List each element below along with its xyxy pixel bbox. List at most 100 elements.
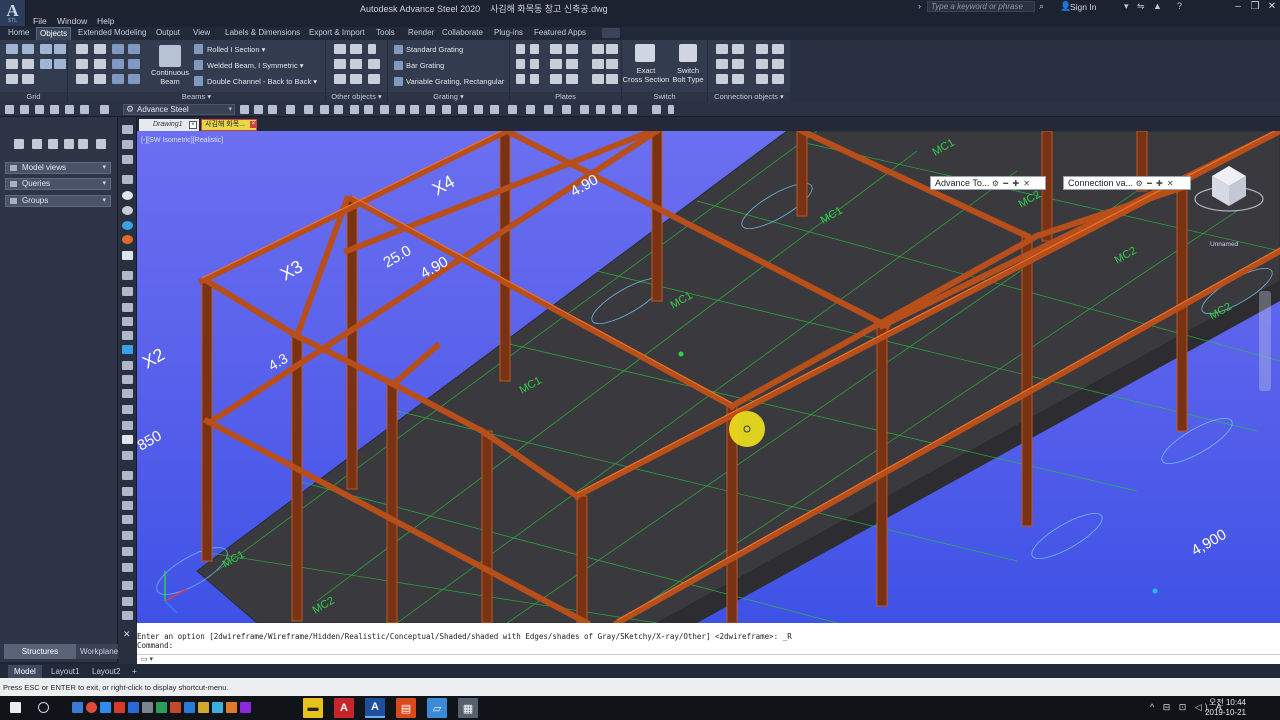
grid-toolbar-icon[interactable]: [508, 105, 517, 114]
compound-beam-icon[interactable]: [94, 74, 106, 84]
connection-rect-icon[interactable]: [716, 59, 728, 69]
chrome-icon[interactable]: [86, 702, 97, 713]
taskbar-app-1-icon[interactable]: [72, 702, 83, 713]
plate-triangle-icon[interactable]: [530, 59, 539, 69]
search-input[interactable]: Type a keyword or phrase: [927, 1, 1035, 12]
vtool-23-icon[interactable]: [122, 515, 133, 524]
tab-plug-ins[interactable]: Plug-ins: [491, 27, 526, 40]
connection-joint-icon[interactable]: [772, 44, 784, 54]
beam-split-icon[interactable]: [128, 59, 140, 69]
measure-icon[interactable]: [580, 105, 589, 114]
poly-beam-icon[interactable]: [94, 59, 106, 69]
workspace-select[interactable]: ⚙ Advance Steel ▾: [123, 104, 235, 115]
connection-points-icon[interactable]: [732, 44, 744, 54]
tab-layout2[interactable]: Layout2: [86, 665, 126, 678]
hole-icon[interactable]: [350, 74, 362, 84]
plate-warp-icon[interactable]: [530, 74, 539, 84]
pdf-icon[interactable]: ▤: [396, 698, 416, 718]
vtool-19-icon[interactable]: [122, 451, 133, 460]
palette-settings-icon[interactable]: [96, 139, 106, 149]
distribute-icon[interactable]: [544, 105, 553, 114]
autocad-taskbar-icon[interactable]: A: [334, 698, 354, 718]
connection-arc-icon[interactable]: [756, 44, 768, 54]
grid-line-icon[interactable]: [54, 44, 66, 54]
isolate-icon[interactable]: [426, 105, 435, 114]
beam-view-icon[interactable]: [304, 105, 313, 114]
house-icon[interactable]: [350, 44, 362, 54]
file-tab-current[interactable]: 사김해 화목...: [201, 119, 257, 131]
vtool-18-icon[interactable]: [122, 435, 133, 444]
osnap-icon[interactable]: [240, 105, 249, 114]
beam-icon[interactable]: [94, 44, 106, 54]
navigation-bar[interactable]: [1259, 291, 1271, 391]
tab-render[interactable]: Render: [405, 27, 437, 40]
close-icon[interactable]: ✕: [123, 629, 131, 640]
ribbon-group-other-objects-label[interactable]: Other objects ▾: [326, 92, 387, 102]
popup-controls-icon[interactable]: ⚙ ━ ✚ ✕: [992, 179, 1031, 188]
connection-stiffener-icon[interactable]: [772, 74, 784, 84]
tab-view[interactable]: View: [190, 27, 213, 40]
tab-labels-dimensions[interactable]: Labels & Dimensions: [222, 27, 303, 40]
vtool-orange-icon[interactable]: [122, 235, 133, 244]
tab-collaborate[interactable]: Collaborate: [439, 27, 486, 40]
plate-extend-icon[interactable]: [592, 59, 604, 69]
grid-columns-icon[interactable]: [6, 74, 18, 84]
calculator-icon[interactable]: ▦: [458, 698, 478, 718]
plate-cut-icon[interactable]: [566, 59, 578, 69]
undo-icon[interactable]: [80, 105, 89, 114]
filter-icon[interactable]: [458, 105, 467, 114]
plate-corner-icon[interactable]: [516, 59, 525, 69]
taskbar-app-9-icon[interactable]: [240, 702, 251, 713]
vtool-20-icon[interactable]: [122, 471, 133, 480]
search-icon[interactable]: [38, 702, 49, 713]
vtool-17-icon[interactable]: [122, 421, 133, 430]
connection-vault-popup[interactable]: Connection va... ⚙ ━ ✚ ✕: [1063, 176, 1191, 190]
plate-conic-icon[interactable]: [516, 74, 525, 84]
close-icon[interactable]: ×: [189, 121, 197, 129]
view-cube[interactable]: [1205, 156, 1265, 216]
tab-workplane[interactable]: Workplane: [76, 644, 118, 659]
taskbar-app-4-icon[interactable]: [170, 702, 181, 713]
connection-cross-icon[interactable]: [772, 59, 784, 69]
close-button[interactable]: ✕: [1264, 0, 1280, 14]
ucs-icon[interactable]: [254, 105, 263, 114]
plate-join-icon[interactable]: [550, 59, 562, 69]
clock[interactable]: 오전 10:44 2019-10-21: [1198, 698, 1246, 718]
i-beam-icon[interactable]: [112, 44, 124, 54]
cart-icon[interactable]: ⇋: [1137, 1, 1145, 12]
command-line-handle[interactable]: ✕: [118, 623, 137, 664]
curved-beam-icon[interactable]: [76, 59, 88, 69]
section-view-icon[interactable]: [320, 105, 329, 114]
switch-bolt-type-button[interactable]: Switch Bolt Type: [668, 66, 708, 84]
tab-tools[interactable]: Tools: [373, 27, 398, 40]
vtool-7-icon[interactable]: [122, 271, 133, 280]
file-explorer-icon[interactable]: ▬: [303, 698, 323, 718]
hide-icon[interactable]: [410, 105, 419, 114]
plate-rect-icon[interactable]: [516, 44, 525, 54]
restore-button[interactable]: ❐: [1247, 0, 1263, 14]
dropdown-arrow-icon[interactable]: ▾: [1124, 1, 1129, 12]
vtool-12-icon[interactable]: [122, 345, 133, 354]
grid-axis-icon[interactable]: [40, 44, 52, 54]
connection-grid-icon[interactable]: [716, 44, 728, 54]
menu-help[interactable]: Help: [97, 16, 114, 26]
close-icon[interactable]: ×: [250, 121, 257, 128]
exact-cross-section-icon[interactable]: [635, 44, 655, 62]
shear-stud-icon[interactable]: [334, 74, 346, 84]
toolbar-more-icon[interactable]: [668, 105, 674, 114]
column-icon[interactable]: [76, 44, 88, 54]
exact-cross-section-button[interactable]: Exact Cross Section: [622, 66, 670, 84]
menu-file[interactable]: File: [33, 16, 47, 26]
variable-grating-item[interactable]: Variable Grating, Rectangular: [406, 77, 504, 86]
vtool-16-icon[interactable]: [122, 405, 133, 414]
vtool-6-icon[interactable]: [122, 251, 133, 260]
advance-tools-popup[interactable]: Advance To... ⚙ ━ ✚ ✕: [930, 176, 1046, 190]
tab-structures[interactable]: Structures: [4, 644, 76, 659]
bar-grating-item[interactable]: Bar Grating: [406, 61, 444, 70]
tab-export-import[interactable]: Export & Import: [306, 27, 368, 40]
popup-controls-icon[interactable]: ⚙ ━ ✚ ✕: [1136, 179, 1175, 188]
add-layout-button[interactable]: +: [126, 665, 143, 678]
tab-model[interactable]: Model: [8, 665, 42, 678]
vtool-27-icon[interactable]: [122, 581, 133, 590]
vtool-2-icon[interactable]: [122, 140, 133, 149]
